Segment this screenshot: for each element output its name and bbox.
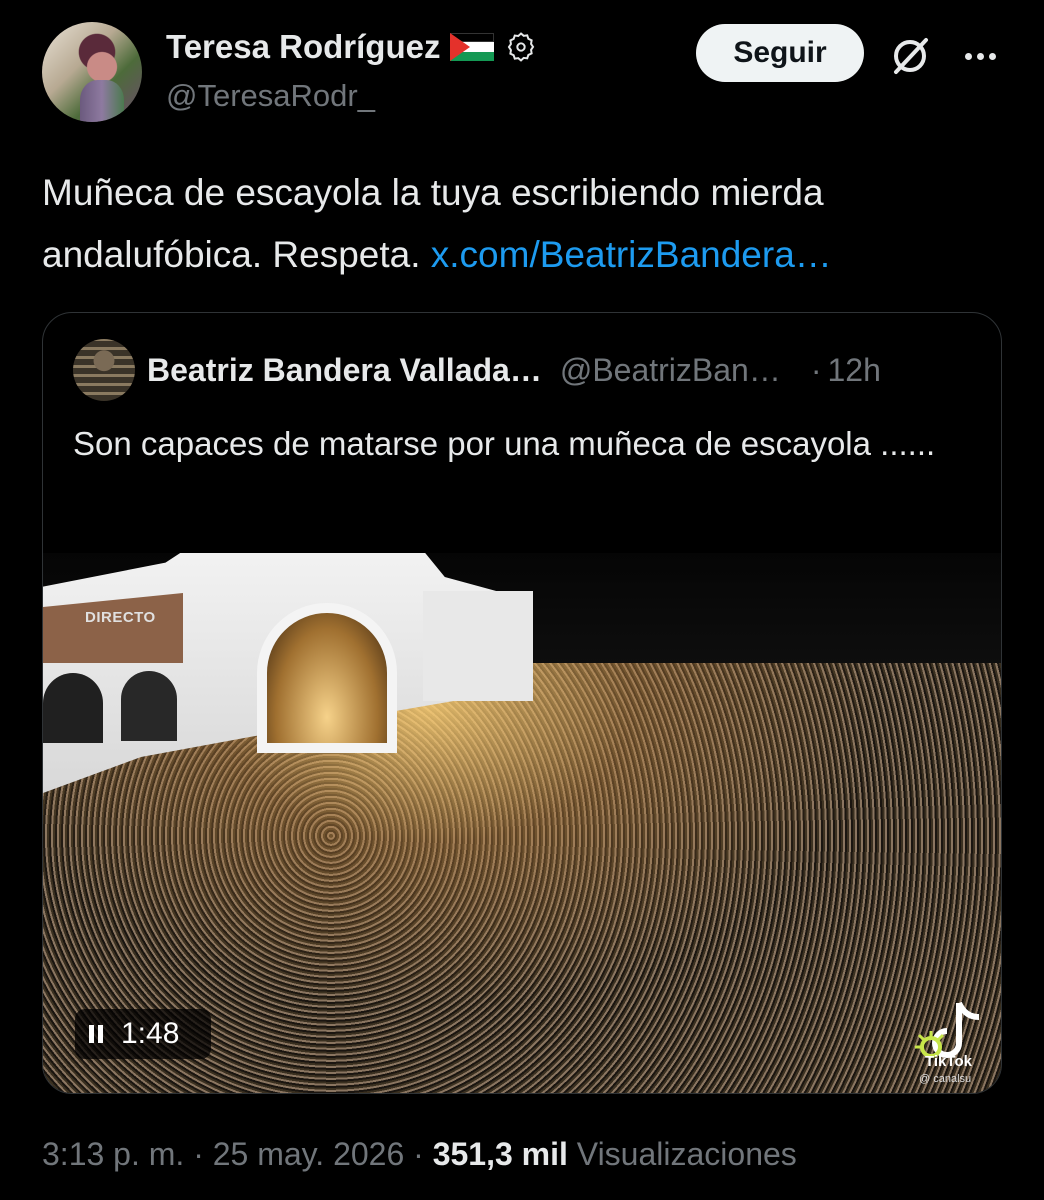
quoted-tweet-header: Beatriz Bandera Vallada… @BeatrizBan… · … <box>73 337 973 403</box>
views-label: Visualizaciones <box>567 1136 797 1172</box>
video-watermark: TikTok <box>925 1053 972 1070</box>
quoted-author-avatar[interactable] <box>73 339 135 401</box>
quoted-tweet-time: 12h <box>827 351 881 388</box>
palestine-flag-icon <box>450 33 495 61</box>
tweet-text: Muñeca de escayola la tuya escribiendo m… <box>42 162 1002 286</box>
video-overlay-label: DIRECTO <box>85 609 156 626</box>
author-name-row: Teresa Rodríguez <box>166 28 538 66</box>
video-duration-pill[interactable]: 1:48 <box>75 1009 211 1059</box>
verified-badge-icon[interactable] <box>504 30 538 64</box>
video-frame-window <box>43 673 103 743</box>
video-duration: 1:48 <box>121 1017 180 1050</box>
video-frame-arch <box>257 603 397 753</box>
video-frame-window <box>121 671 177 741</box>
separator-dot: · <box>810 351 822 388</box>
video-player[interactable]: DIRECTO 1:48 TikTok @ canalsu <box>43 553 1001 1093</box>
author-avatar[interactable] <box>42 22 142 122</box>
quoted-tweet[interactable]: Beatriz Bandera Vallada… @BeatrizBan… · … <box>42 312 1002 1094</box>
author-handle[interactable]: @TeresaRodr_ <box>166 78 375 114</box>
tweet-link[interactable]: x.com/BeatrizBandera… <box>431 234 832 275</box>
grok-icon[interactable] <box>888 34 932 78</box>
quoted-author-name: Beatriz Bandera Vallada… <box>147 351 542 388</box>
follow-button[interactable]: Seguir <box>696 24 864 82</box>
more-options-icon[interactable] <box>958 34 1002 78</box>
views-count: 351,3 mil <box>432 1136 568 1172</box>
quoted-tweet-text: Son capaces de matarse por una muñeca de… <box>73 425 936 462</box>
video-watermark-user: @ canalsu <box>919 1073 972 1085</box>
video-frame-building <box>423 591 533 701</box>
quoted-author-handle: @BeatrizBan… <box>559 351 781 388</box>
pause-icon[interactable] <box>89 1025 103 1043</box>
tweet-timestamp[interactable]: 3:13 p. m. · 25 may. 2026 · <box>42 1136 433 1172</box>
tweet-header: Teresa Rodríguez @TeresaRodr_ Seguir <box>42 22 1002 122</box>
tweet-meta: 3:13 p. m. · 25 may. 2026 · 351,3 mil Vi… <box>42 1136 797 1173</box>
author-name[interactable]: Teresa Rodríguez <box>166 28 440 66</box>
